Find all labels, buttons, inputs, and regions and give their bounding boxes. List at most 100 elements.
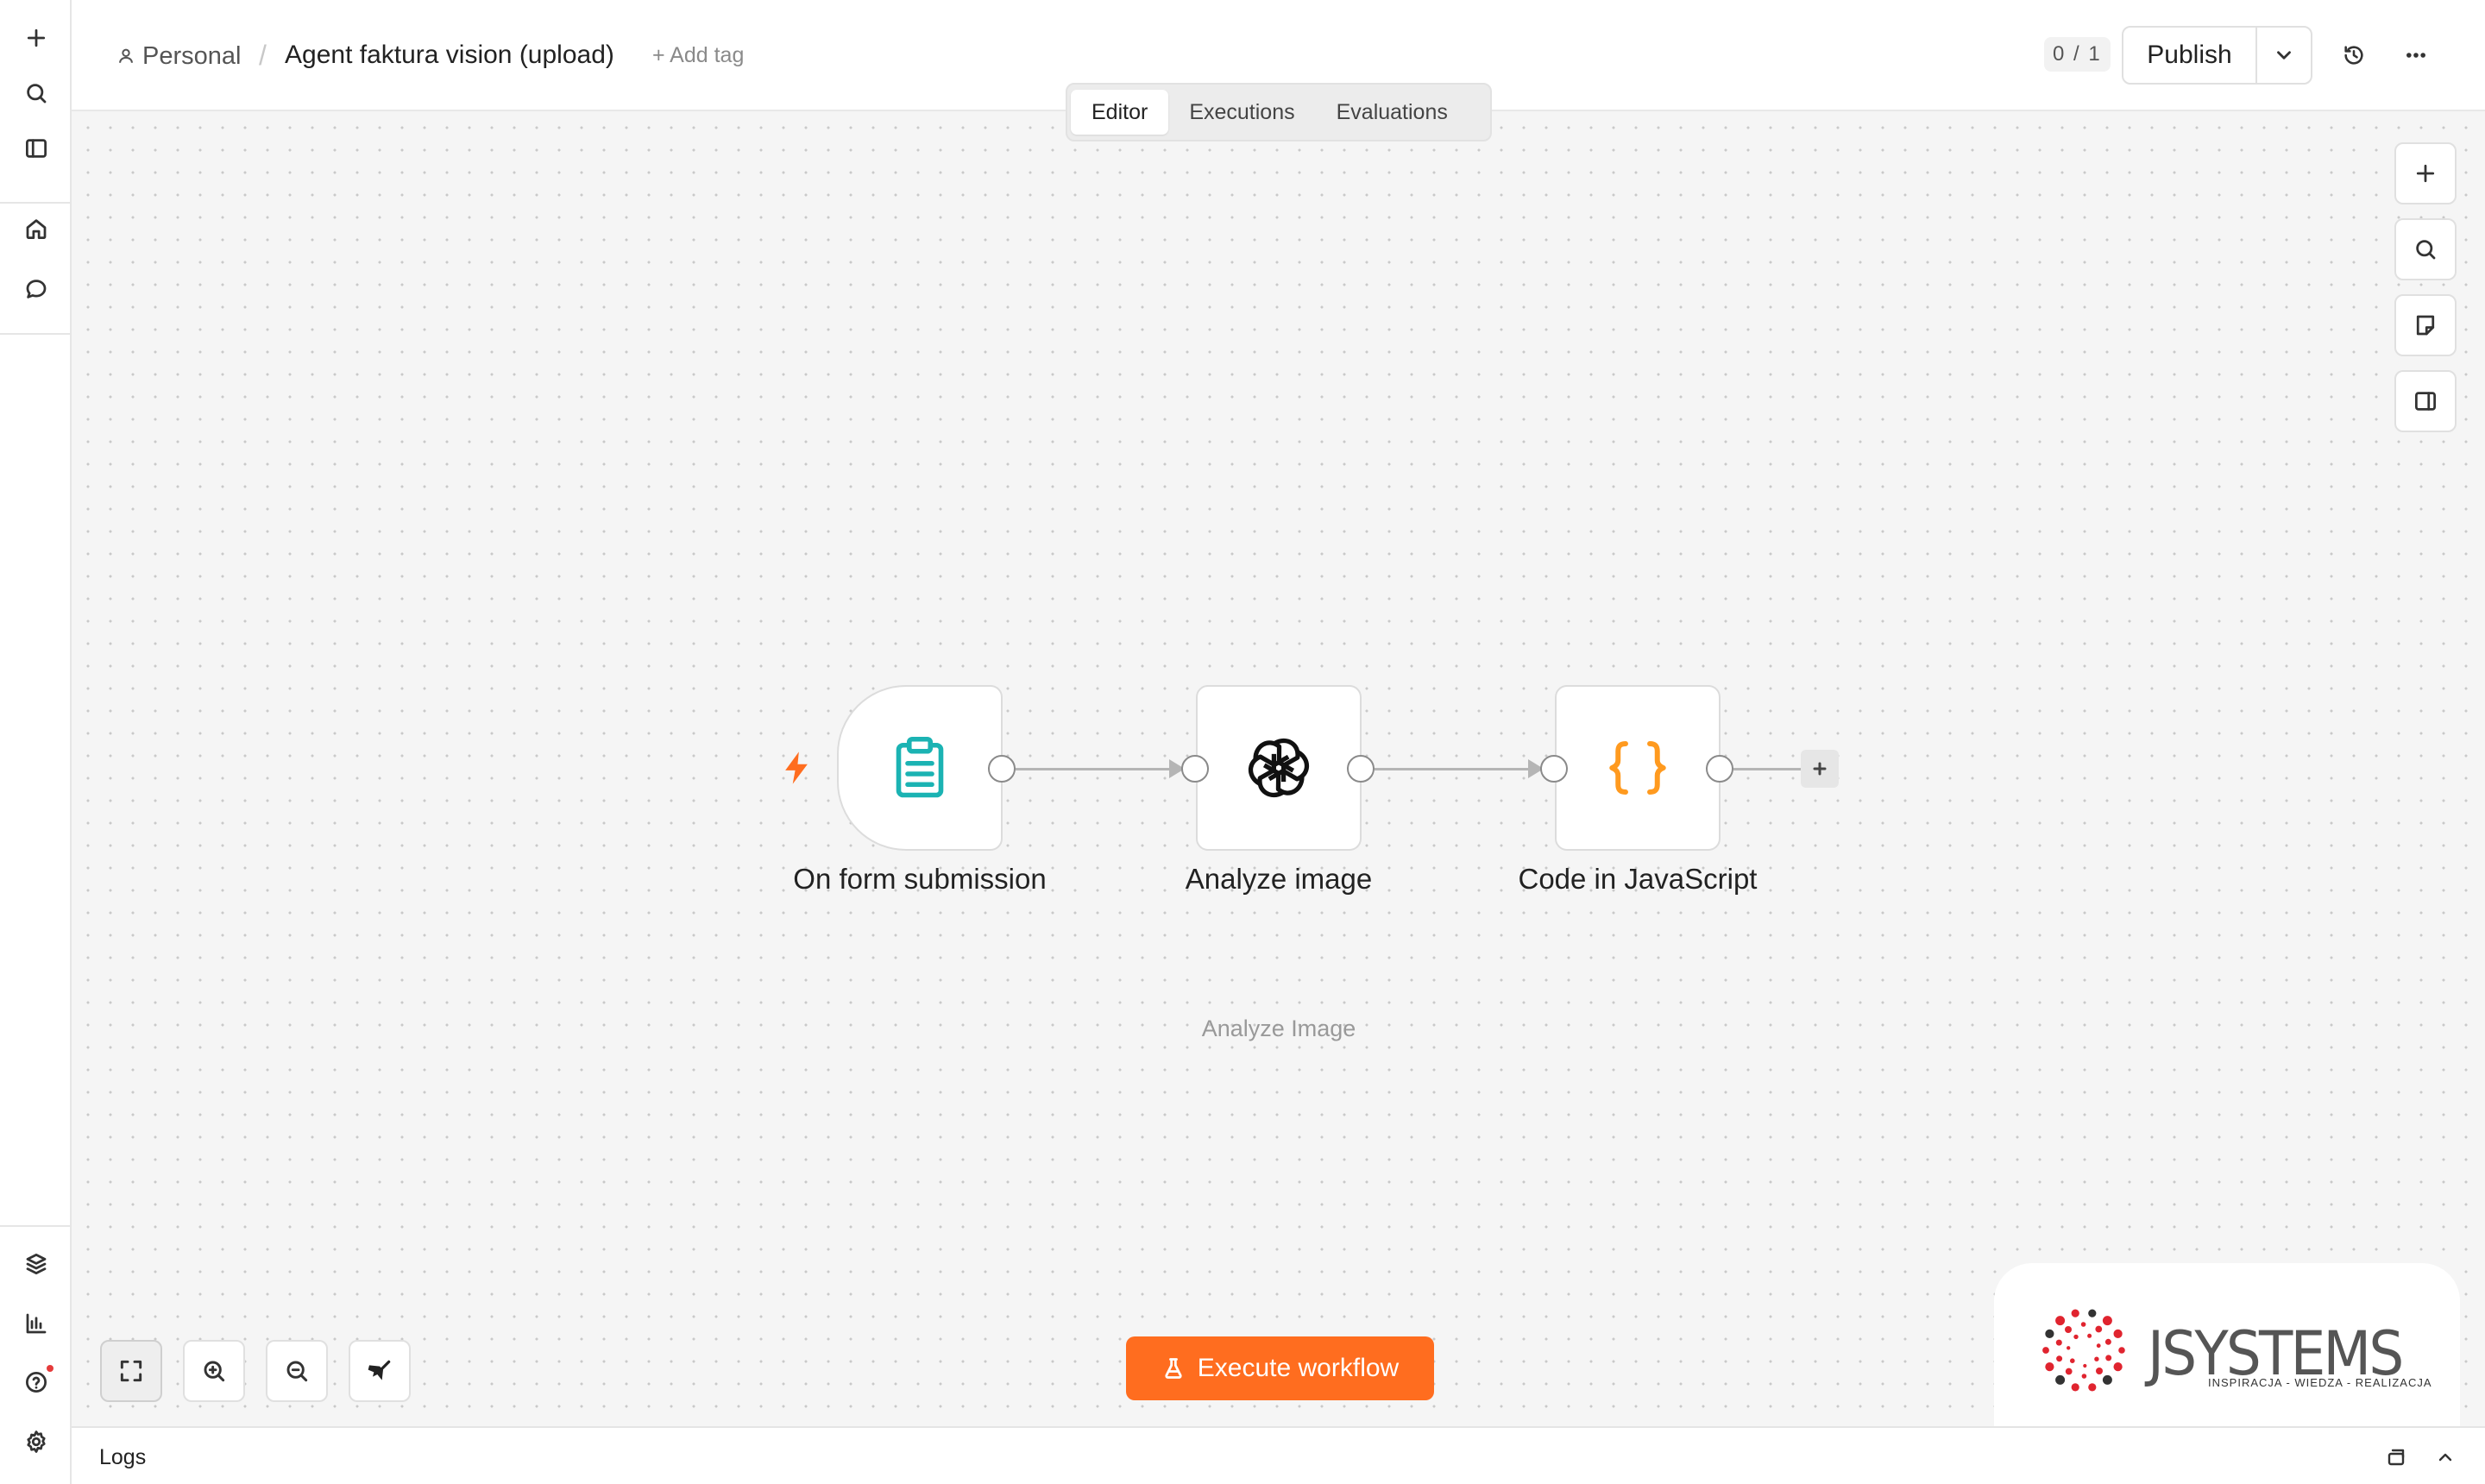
logo-dot	[2113, 1329, 2123, 1338]
logo-tagline: INSPIRACJA - WIEDZA - REALIZACJA	[2208, 1376, 2432, 1389]
input-handle[interactable]	[1540, 755, 1568, 783]
output-handle[interactable]	[1706, 755, 1733, 783]
output-handle[interactable]	[1347, 755, 1375, 783]
clipboard-icon	[896, 736, 944, 798]
logo-dot	[2071, 1309, 2079, 1317]
node-on-form-submission[interactable]	[837, 685, 1003, 851]
logs-label: Logs	[99, 1445, 147, 1469]
node-label: On form submission	[793, 863, 1047, 895]
panel-right-icon	[2415, 392, 2436, 411]
output-handle[interactable]	[988, 755, 1016, 783]
logo-dot	[2045, 1329, 2054, 1338]
workflow-title[interactable]: Agent faktura vision (upload)	[285, 41, 614, 70]
connection-edge	[1733, 768, 1809, 770]
left-sidebar	[0, 0, 72, 1484]
logo-dot	[2113, 1362, 2123, 1372]
flask-icon	[1165, 1358, 1182, 1379]
plus-icon	[2416, 164, 2435, 183]
logo-dots-mark	[2042, 1309, 2125, 1392]
execute-workflow-button[interactable]: Execute workflow	[1126, 1336, 1434, 1400]
tab-editor[interactable]: Editor	[1071, 90, 1169, 135]
insights-icon[interactable]	[17, 1305, 55, 1343]
input-handle[interactable]	[1181, 755, 1209, 783]
toggle-panel-button[interactable]	[2394, 370, 2457, 432]
active-counter-badge: 0 / 1	[2044, 37, 2111, 72]
execute-workflow-label: Execute workflow	[1197, 1354, 1400, 1382]
zoom-in-icon	[204, 1361, 225, 1382]
settings-gear-icon[interactable]	[17, 1423, 55, 1461]
node-label: Analyze image	[1185, 863, 1373, 895]
logo-dot	[2055, 1339, 2062, 1346]
fit-view-button[interactable]	[100, 1340, 162, 1402]
tab-executions[interactable]: Executions	[1168, 90, 1315, 135]
zoom-out-button[interactable]	[266, 1340, 328, 1402]
publish-button[interactable]: Publish	[2123, 28, 2257, 83]
breadcrumb-separator: /	[259, 40, 267, 71]
chat-icon[interactable]	[17, 270, 55, 308]
curly-braces-icon	[1609, 741, 1666, 795]
logo-dot	[2070, 1358, 2075, 1363]
openai-icon	[1242, 732, 1315, 804]
add-icon[interactable]	[17, 19, 55, 57]
add-node-button[interactable]	[2394, 142, 2457, 204]
logo-dot	[2118, 1347, 2125, 1354]
sidebar-divider	[0, 333, 70, 335]
help-icon[interactable]	[17, 1363, 55, 1401]
node-subtitle: Analyze Image	[1201, 1016, 1356, 1041]
history-icon[interactable]	[2335, 36, 2373, 74]
chevron-down-icon	[2277, 51, 2291, 60]
node-label: Code in JavaScript	[1518, 863, 1758, 895]
logo-dot	[2088, 1383, 2097, 1392]
zoom-in-button[interactable]	[183, 1340, 245, 1402]
templates-icon[interactable]	[17, 1245, 55, 1283]
notification-dot	[47, 1365, 53, 1372]
user-icon	[119, 48, 133, 63]
chevron-up-icon[interactable]	[2430, 1442, 2461, 1473]
more-options-icon[interactable]	[2397, 36, 2435, 74]
broom-icon	[368, 1360, 391, 1380]
logo-dot	[2067, 1346, 2071, 1350]
pop-out-icon[interactable]	[2381, 1442, 2412, 1473]
sidebar-divider	[0, 202, 70, 204]
add-tag-button[interactable]: + Add tag	[652, 43, 744, 68]
search-icon[interactable]	[17, 74, 55, 112]
breadcrumb-project[interactable]: Personal	[116, 41, 241, 72]
fit-view-icon	[120, 1360, 142, 1382]
add-sticky-note-button[interactable]	[2394, 294, 2457, 356]
add-next-node-button[interactable]	[1801, 750, 1839, 788]
plus-icon	[1813, 762, 1827, 776]
logo-dot	[2065, 1326, 2072, 1333]
view-tabs: Editor Executions Evaluations	[1066, 83, 1492, 141]
logo-dot	[2065, 1368, 2073, 1375]
logo-dot	[2095, 1325, 2103, 1333]
logo-dot	[2102, 1316, 2112, 1326]
logo-dot	[2087, 1333, 2092, 1338]
zoom-out-icon	[286, 1361, 308, 1382]
logo-dot	[2045, 1362, 2054, 1372]
home-icon[interactable]	[17, 210, 55, 248]
logo-dot	[2042, 1347, 2049, 1354]
logo-dot	[2055, 1316, 2066, 1326]
sticky-note-icon	[2416, 315, 2435, 336]
tab-evaluations[interactable]: Evaluations	[1316, 90, 1469, 135]
workflow-canvas[interactable]: On form submission Analyze image Analyze…	[72, 111, 2485, 1426]
logs-panel-bar[interactable]: Logs	[72, 1426, 2485, 1484]
publish-dropdown-button[interactable]	[2257, 28, 2311, 83]
node-code-in-javascript[interactable]	[1555, 685, 1721, 851]
logo-dot	[2105, 1355, 2112, 1361]
search-icon	[2416, 240, 2436, 260]
sidebar-toggle-icon[interactable]	[17, 129, 55, 167]
publish-button-group: Publish	[2122, 26, 2312, 85]
jsystems-logo: JSYSTEMS INSPIRACJA - WIEDZA - REALIZACJ…	[1994, 1263, 2460, 1426]
trigger-bolt-icon	[785, 751, 808, 784]
node-analyze-image[interactable]	[1196, 685, 1362, 851]
sidebar-divider	[0, 1225, 70, 1227]
logo-dot	[2096, 1343, 2101, 1349]
canvas-zoom-toolbar	[100, 1340, 411, 1402]
logo-dot	[2080, 1322, 2086, 1327]
tidy-up-button[interactable]	[349, 1340, 411, 1402]
logo-dot	[2081, 1374, 2087, 1379]
search-nodes-button[interactable]	[2394, 218, 2457, 280]
logo-dot	[2094, 1356, 2099, 1361]
logo-dot	[2055, 1374, 2066, 1385]
